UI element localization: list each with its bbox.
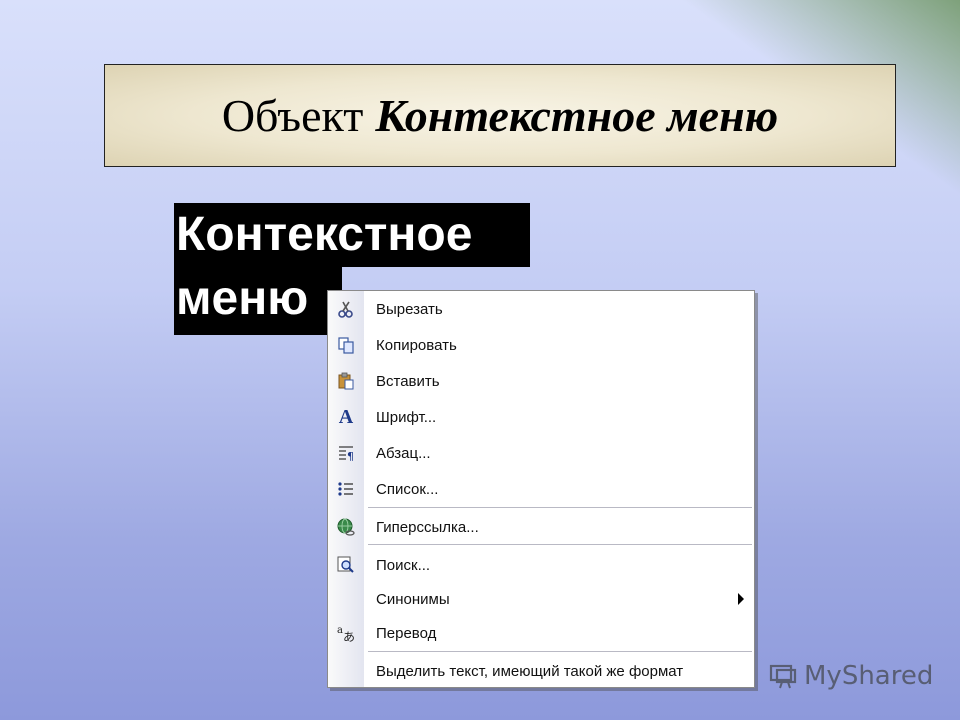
menu-item-label: Гиперссылка... xyxy=(376,518,479,536)
menu-item-label: Синонимы xyxy=(376,590,450,608)
submenu-arrow-icon xyxy=(738,593,744,605)
watermark: MyShared xyxy=(768,658,933,694)
menu-item-label: Вставить xyxy=(376,372,440,390)
menu-item-paste[interactable]: Вставить xyxy=(328,364,754,398)
blank-icon-slot xyxy=(328,654,364,688)
menu-item-translate[interactable]: aあ Перевод xyxy=(328,616,754,650)
menu-item-synonyms[interactable]: Синонимы xyxy=(328,582,754,616)
menu-item-cut[interactable]: Вырезать xyxy=(328,292,754,326)
scissors-icon xyxy=(328,292,364,326)
menu-separator xyxy=(368,544,752,546)
translate-icon: aあ xyxy=(328,616,364,650)
menu-item-label: Поиск... xyxy=(376,556,431,574)
context-menu: Вырезать Копировать Вставить A Шрифт... … xyxy=(327,290,755,688)
menu-item-select-same-format[interactable]: Выделить текст, имеющий такой же формат xyxy=(328,654,754,688)
search-icon xyxy=(328,548,364,582)
menu-item-paragraph[interactable]: ¶ Абзац... xyxy=(328,436,754,470)
menu-item-label: Список... xyxy=(376,480,439,498)
svg-text:あ: あ xyxy=(343,630,355,643)
font-icon: A xyxy=(338,405,354,428)
watermark-text: MyShared xyxy=(804,661,934,691)
menu-separator xyxy=(368,651,752,653)
menu-item-label: Копировать xyxy=(376,336,457,354)
menu-item-label: Шрифт... xyxy=(376,408,437,426)
copy-icon xyxy=(328,328,364,362)
menu-separator xyxy=(368,507,752,509)
hyperlink-globe-icon xyxy=(328,510,364,544)
blank-icon-slot xyxy=(328,582,364,616)
selected-text-line-1: Контекстное xyxy=(174,203,530,267)
menu-item-copy[interactable]: Копировать xyxy=(328,328,754,362)
menu-item-label: Перевод xyxy=(376,624,437,642)
menu-item-label: Вырезать xyxy=(376,300,443,318)
paste-icon xyxy=(328,364,364,398)
slide-title-emphasis: Контекстное меню xyxy=(375,90,779,141)
slide-title-plain: Объект xyxy=(221,90,364,141)
menu-item-font[interactable]: A Шрифт... xyxy=(328,400,754,434)
selected-text-line-2: меню xyxy=(174,267,342,335)
menu-item-label: Выделить текст, имеющий такой же формат xyxy=(376,662,684,680)
bullet-list-icon xyxy=(328,472,364,506)
svg-text:¶: ¶ xyxy=(347,450,354,462)
menu-item-label: Абзац... xyxy=(376,444,431,462)
slide-title: Объект Контекстное меню xyxy=(104,64,896,167)
presentation-screen-icon xyxy=(768,663,798,689)
paragraph-icon: ¶ xyxy=(328,436,364,470)
menu-item-hyperlink[interactable]: Гиперссылка... xyxy=(328,510,754,544)
menu-item-search[interactable]: Поиск... xyxy=(328,548,754,582)
menu-item-list[interactable]: Список... xyxy=(328,472,754,506)
